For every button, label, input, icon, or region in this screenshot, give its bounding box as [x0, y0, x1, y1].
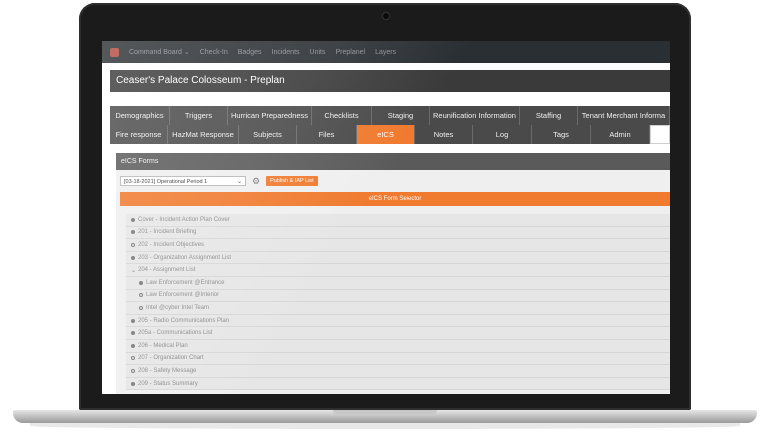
list-item[interactable]: ⌄ 204 - Assignment List: [126, 264, 670, 277]
nav-preplan[interactable]: Preplanel: [335, 49, 365, 56]
top-nav: Command Board ⌄ Check-In Badges Incident…: [102, 41, 670, 63]
nav-incidents[interactable]: Incidents: [272, 49, 300, 56]
open-status-dot-icon: [139, 293, 143, 298]
chevron-down-icon: ⌄: [236, 179, 242, 185]
list-item-label: 204 - Assignment List: [138, 267, 196, 274]
list-item-label: 205a - Communications List: [138, 330, 213, 337]
filled-status-dot-icon: [131, 230, 135, 235]
filled-status-dot-icon: [139, 280, 143, 285]
list-item[interactable]: 208 - Safety Message: [126, 365, 670, 378]
list-item-label: 208 - Safety Message: [138, 367, 197, 374]
list-item[interactable]: 209 - Status Summary: [126, 377, 670, 391]
open-status-dot-icon: [139, 305, 143, 310]
list-item-label: 205 - Radio Communications Plan: [138, 317, 230, 324]
tab-admin[interactable]: Admin: [591, 125, 650, 144]
filled-status-dot-icon: [131, 381, 135, 386]
tab-staffing[interactable]: Staffing: [520, 106, 578, 125]
list-item-label: 201 - Incident Briefing: [138, 229, 197, 236]
tab-fire-response[interactable]: Fire response: [110, 125, 168, 144]
tab-triggers[interactable]: Triggers: [170, 106, 228, 125]
laptop-shadow: [30, 423, 740, 429]
list-item-label: 202 - Incident Objectives: [138, 241, 205, 248]
open-status-dot-icon: [131, 242, 135, 247]
tab-subjects[interactable]: Subjects: [239, 125, 297, 144]
tabs-row-1: Demographics Triggers Hurrican Preparedn…: [110, 106, 670, 125]
tab-log[interactable]: Log: [473, 125, 532, 144]
filled-status-dot-icon: [131, 318, 135, 323]
filled-status-dot-icon: [131, 343, 135, 348]
operational-period-value: [03-18-2021] Operational Period 1: [124, 179, 208, 185]
tab-files[interactable]: Files: [297, 125, 357, 144]
list-item[interactable]: 205a - Communications List: [126, 327, 670, 340]
filled-status-dot-icon: [131, 331, 135, 336]
forms-list: Cover - Incident Action Plan Cover 201 - …: [126, 214, 670, 391]
app-logo-icon[interactable]: [110, 47, 119, 57]
tab-eics[interactable]: eICS: [357, 125, 415, 144]
tab-hazmat-response[interactable]: HazMat Response: [168, 125, 239, 144]
list-item[interactable]: Cover - Incident Action Plan Cover: [126, 214, 670, 227]
filled-status-dot-icon: [131, 255, 135, 260]
list-item[interactable]: 201 - Incident Briefing: [126, 226, 670, 240]
list-item[interactable]: 206 - Medical Plan: [126, 339, 670, 353]
list-item-label: 206 - Medical Plan: [138, 342, 188, 349]
tab-staging[interactable]: Staging: [372, 106, 430, 125]
camera-icon: [383, 13, 389, 19]
open-status-dot-icon: [131, 368, 135, 373]
gear-icon[interactable]: ⚙: [252, 176, 260, 186]
list-item-label: 207 - Organization Chart: [138, 355, 204, 362]
tab-checklists[interactable]: Checklists: [312, 106, 372, 125]
nav-layers[interactable]: Layers: [375, 49, 396, 56]
page-title: Ceaser's Palace Colosseum - Preplan: [110, 70, 670, 92]
tab-demographics[interactable]: Demographics: [110, 106, 170, 125]
tab-reunification-information[interactable]: Reunification Information: [430, 106, 520, 125]
list-item[interactable]: Intel @cyber Intel Team: [126, 302, 670, 315]
list-item-label: Law Enforcement @Interior: [146, 292, 220, 299]
expand-caret-icon: ⌄: [131, 267, 137, 274]
operational-period-select[interactable]: [03-18-2021] Operational Period 1 ⌄: [120, 176, 246, 186]
eics-forms-panel: eICS Forms [03-18-2021] Operational Peri…: [116, 153, 670, 394]
tab-hurricane-preparedness[interactable]: Hurrican Preparedness: [228, 106, 312, 125]
nav-units[interactable]: Units: [310, 49, 326, 56]
publish-iap-list-button[interactable]: Publish & IAP List: [266, 176, 318, 186]
list-item-label: 203 - Organization Assignment List: [138, 254, 232, 261]
tab-tags[interactable]: Tags: [532, 125, 591, 144]
form-selector-bar[interactable]: eICS Form Selector: [120, 192, 670, 206]
list-item-label: Cover - Incident Action Plan Cover: [138, 216, 230, 223]
list-item[interactable]: Law Enforcement @Interior: [126, 289, 670, 303]
nav-check-in[interactable]: Check-In: [200, 49, 228, 56]
nav-command-board[interactable]: Command Board ⌄: [129, 48, 190, 56]
period-selector-row: [03-18-2021] Operational Period 1 ⌄ ⚙ Pu…: [120, 175, 318, 187]
filled-status-dot-icon: [131, 217, 135, 222]
list-item[interactable]: 202 - Incident Objectives: [126, 239, 670, 252]
list-item[interactable]: Law Enforcement @Entrance: [126, 276, 670, 290]
list-item[interactable]: 205 - Radio Communications Plan: [126, 314, 670, 328]
tab-tenant-merchant-information[interactable]: Tenant Merchant Informa: [578, 106, 670, 125]
tab-notes[interactable]: Notes: [415, 125, 473, 144]
nav-badges[interactable]: Badges: [238, 49, 262, 56]
open-status-dot-icon: [131, 356, 135, 361]
list-item-label: Law Enforcement @Entrance: [146, 279, 225, 286]
panel-title: eICS Forms: [116, 153, 670, 170]
tab-overflow: [650, 125, 670, 144]
laptop-screen: Command Board ⌄ Check-In Badges Incident…: [102, 41, 670, 394]
list-item[interactable]: 203 - Organization Assignment List: [126, 251, 670, 265]
tabs-row-2: Fire response HazMat Response Subjects F…: [110, 125, 670, 144]
laptop-base-notch: [333, 410, 437, 416]
list-item-label: Intel @cyber Intel Team: [146, 304, 210, 311]
list-item[interactable]: 207 - Organization Chart: [126, 352, 670, 366]
list-item-label: 209 - Status Summary: [138, 380, 198, 387]
